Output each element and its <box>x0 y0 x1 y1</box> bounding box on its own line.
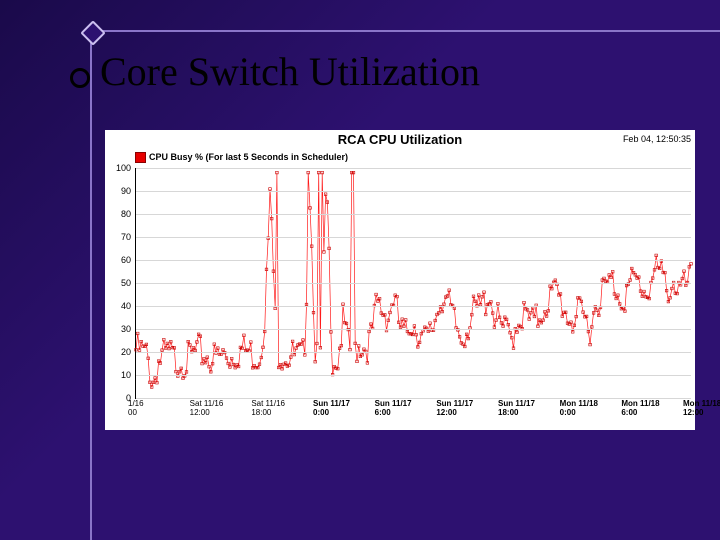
y-tick-label: 90 <box>107 186 131 196</box>
decor-line-vertical <box>90 30 92 540</box>
y-tick-label: 40 <box>107 301 131 311</box>
legend-label: CPU Busy % (For last 5 Seconds in Schedu… <box>149 152 348 162</box>
y-tick-label: 100 <box>107 163 131 173</box>
gridline-h <box>136 352 691 353</box>
x-tick-label: Sat 11/16 12:00 <box>190 400 250 418</box>
x-tick-label: Mon 11/18 6:00 <box>621 400 681 418</box>
chart-legend: CPU Busy % (For last 5 Seconds in Schedu… <box>135 152 348 163</box>
decor-corner-diamond <box>80 20 105 45</box>
decor-line-horizontal <box>90 30 720 32</box>
x-tick-label: Sun 11/17 6:00 <box>375 400 435 418</box>
y-tick-label: 80 <box>107 209 131 219</box>
y-tick-label: 30 <box>107 324 131 334</box>
chart-title: RCA CPU Utilization <box>105 130 695 147</box>
gridline-h <box>136 375 691 376</box>
gridline-h <box>136 237 691 238</box>
y-tick-label: 60 <box>107 255 131 265</box>
title-bullet-icon <box>70 68 90 88</box>
plot-area: 01020304050607080901001/16 00Sat 11/16 1… <box>135 168 691 399</box>
y-tick-label: 50 <box>107 278 131 288</box>
gridline-h <box>136 260 691 261</box>
x-tick-label: Sat 11/16 18:00 <box>251 400 311 418</box>
chart-container: RCA CPU Utilization Feb 04, 12:50:35 CPU… <box>105 130 695 430</box>
x-tick-label: Mon 11/18 0:00 <box>560 400 620 418</box>
x-tick-label: Mon 11/18 12:00 <box>683 400 720 418</box>
x-tick-label: Sun 11/17 0:00 <box>313 400 373 418</box>
x-tick-label: Sun 11/17 18:00 <box>498 400 558 418</box>
slide-root: Core Switch Utilization RCA CPU Utilizat… <box>0 0 720 540</box>
slide-title: Core Switch Utilization <box>100 48 480 95</box>
gridline-h <box>136 214 691 215</box>
y-tick-label: 10 <box>107 370 131 380</box>
x-tick-label: 1/16 00 <box>128 400 188 418</box>
x-tick-label: Sun 11/17 12:00 <box>436 400 496 418</box>
gridline-h <box>136 306 691 307</box>
y-tick-label: 70 <box>107 232 131 242</box>
legend-swatch-icon <box>135 152 146 163</box>
chart-timestamp: Feb 04, 12:50:35 <box>623 134 691 144</box>
gridline-h <box>136 168 691 169</box>
gridline-h <box>136 191 691 192</box>
gridline-h <box>136 329 691 330</box>
gridline-h <box>136 283 691 284</box>
y-tick-label: 20 <box>107 347 131 357</box>
